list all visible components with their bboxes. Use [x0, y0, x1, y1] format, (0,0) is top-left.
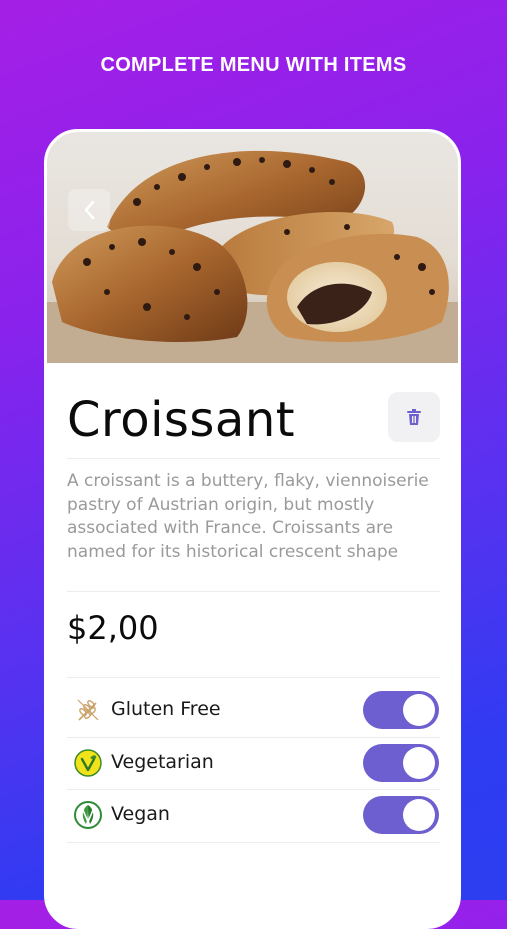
back-button[interactable]	[68, 189, 110, 231]
option-row-vegan: Vegan	[67, 789, 440, 841]
divider	[67, 677, 440, 678]
option-label: Vegan	[111, 803, 170, 825]
item-price: $2,00	[67, 609, 159, 647]
gluten-free-toggle[interactable]	[363, 691, 439, 729]
vegetarian-icon	[74, 749, 102, 777]
option-row-gluten-free: Gluten Free	[67, 684, 440, 736]
option-label: Gluten Free	[111, 698, 221, 720]
item-description: A croissant is a buttery, flaky, viennoi…	[67, 471, 429, 562]
option-row-vegetarian: Vegetarian	[67, 737, 440, 789]
trash-icon	[407, 409, 421, 425]
item-title: Croissant	[67, 392, 296, 448]
divider	[67, 458, 440, 459]
delete-button[interactable]	[388, 392, 440, 442]
phone-frame: Croissant A croissant is a buttery, flak…	[44, 129, 461, 929]
promo-banner-title: COMPLETE MENU WITH ITEMS	[100, 54, 407, 76]
vegetarian-toggle[interactable]	[363, 744, 439, 782]
chevron-left-icon	[84, 200, 95, 220]
wheat-icon	[77, 699, 99, 721]
vegan-toggle[interactable]	[363, 796, 439, 834]
croissant-photo	[47, 132, 458, 363]
option-label: Vegetarian	[111, 751, 214, 773]
vegan-icon	[74, 801, 102, 829]
divider	[67, 591, 440, 592]
divider	[67, 842, 440, 843]
